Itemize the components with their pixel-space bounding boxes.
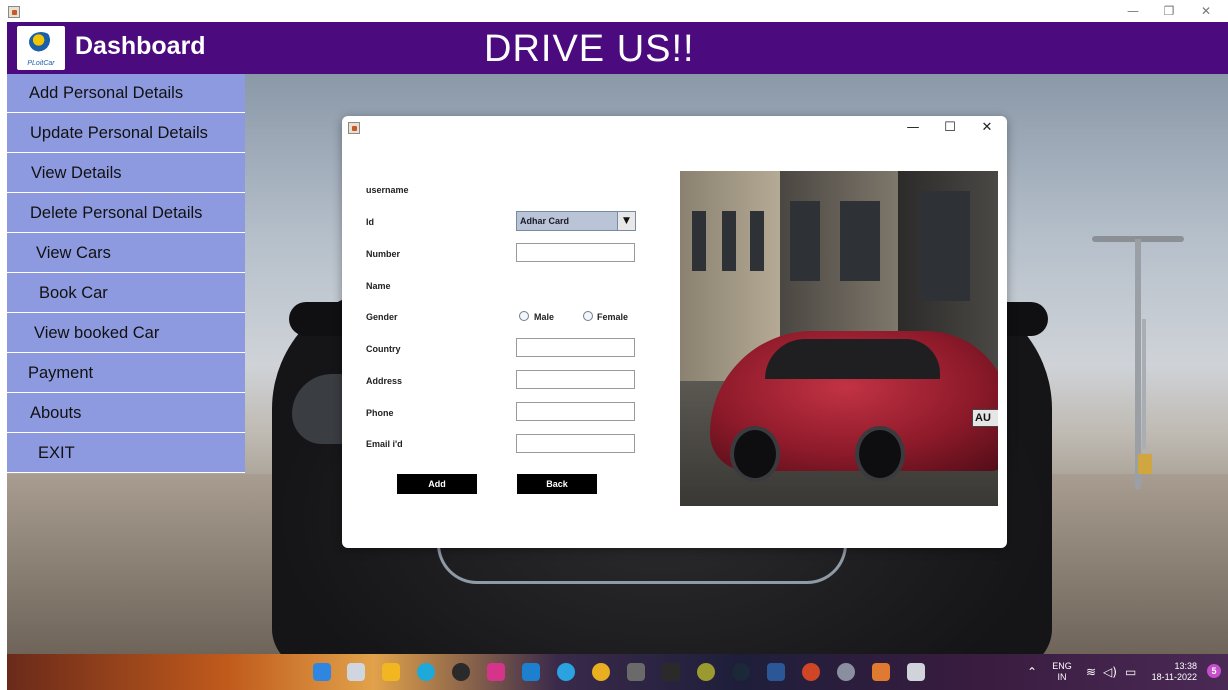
clock[interactable]: 13:38 18-11-2022: [1145, 661, 1197, 683]
close-button[interactable]: ✕: [1194, 3, 1218, 19]
gender-male-label: Male: [534, 312, 555, 322]
word-icon[interactable]: [767, 663, 785, 681]
sidebar-item-update-personal-details[interactable]: Update Personal Details: [7, 114, 245, 153]
number-label: Number: [366, 249, 401, 259]
id-label: Id: [366, 217, 374, 227]
phone-input[interactable]: [516, 402, 635, 421]
add-button[interactable]: Add: [397, 474, 477, 494]
app-icon[interactable]: [872, 663, 890, 681]
game-icon[interactable]: [697, 663, 715, 681]
lamp-post: [1135, 239, 1141, 489]
car-photo: AU: [680, 171, 998, 506]
car-mirror: [1002, 302, 1048, 336]
restore-button[interactable]: ❐: [1157, 3, 1181, 19]
gender-label: Gender: [366, 312, 398, 322]
personal-details-dialog: — ☐ ✕ username Id Adhar Card ▼ Number Na…: [342, 116, 1007, 548]
id-type-select[interactable]: Adhar Card ▼: [516, 211, 636, 231]
notification-badge[interactable]: 5: [1207, 664, 1221, 678]
window-titlebar: — ❐ ✕: [0, 0, 1228, 22]
settings-icon[interactable]: [837, 663, 855, 681]
building-window: [840, 201, 880, 281]
java-icon: [8, 6, 20, 18]
car-mirror: [289, 302, 349, 336]
id-type-value: Adhar Card: [520, 216, 570, 226]
sidebar-item-view-booked-car[interactable]: View booked Car: [7, 314, 245, 353]
sidebar-item-view-details[interactable]: View Details: [7, 154, 245, 193]
license-plate: AU: [972, 409, 998, 427]
minimize-button[interactable]: —: [1121, 3, 1145, 19]
chrome-icon[interactable]: [592, 663, 610, 681]
taskbar: ⌃ ENG IN ≋ ◁) ▭ 13:38 18-11-2022 5: [7, 654, 1228, 690]
sidebar-item-payment[interactable]: Payment: [7, 354, 245, 393]
language-code: ENG: [1052, 661, 1072, 671]
show-hidden-icons-button[interactable]: ⌃: [1027, 665, 1037, 679]
battery-icon[interactable]: ▭: [1125, 665, 1136, 679]
email-label: Email i'd: [366, 439, 403, 449]
sidebar-item-book-car[interactable]: Book Car: [7, 274, 245, 313]
building-window: [750, 211, 764, 271]
dialog-minimize-button[interactable]: —: [903, 120, 923, 136]
obs-icon[interactable]: [452, 663, 470, 681]
country-input[interactable]: [516, 338, 635, 357]
dropdown-arrow-icon[interactable]: ▼: [617, 212, 635, 230]
address-label: Address: [366, 376, 403, 386]
sidebar: Add Personal Details Update Personal Det…: [7, 74, 245, 473]
sidebar-item-view-cars[interactable]: View Cars: [7, 234, 245, 273]
steam-icon[interactable]: [732, 663, 750, 681]
phone-label: Phone: [366, 408, 394, 418]
dashboard-title: Dashboard: [75, 32, 206, 60]
date: 18-11-2022: [1151, 672, 1197, 682]
language-indicator[interactable]: ENG IN: [1050, 661, 1074, 683]
start-icon[interactable]: [313, 663, 331, 681]
car-wheel: [730, 426, 780, 482]
email-input[interactable]: [516, 434, 635, 453]
time: 13:38: [1174, 661, 1197, 671]
vscode-icon[interactable]: [522, 663, 540, 681]
powerpoint-icon[interactable]: [802, 663, 820, 681]
dialog-close-button[interactable]: ✕: [977, 120, 997, 136]
back-button[interactable]: Back: [517, 474, 597, 494]
lamp-post: [1142, 319, 1146, 449]
gta-icon[interactable]: [627, 663, 645, 681]
car-wheel: [855, 426, 905, 482]
gender-female-radio[interactable]: [583, 311, 593, 321]
app-logo: PLoitCar: [17, 26, 65, 70]
java-icon: [348, 122, 360, 134]
task-view-icon[interactable]: [347, 663, 365, 681]
address-input[interactable]: [516, 370, 635, 389]
wifi-icon[interactable]: ≋: [1086, 665, 1096, 679]
region-code: IN: [1057, 672, 1067, 682]
building-window: [920, 191, 970, 301]
app-header: PLoitCar Dashboard DRIVE US!!: [7, 22, 1228, 74]
edge-icon[interactable]: [417, 663, 435, 681]
dialog-maximize-button[interactable]: ☐: [940, 120, 960, 136]
sidebar-item-delete-personal-details[interactable]: Delete Personal Details: [7, 194, 245, 233]
app-title: DRIVE US!!: [484, 28, 695, 70]
file-explorer-icon[interactable]: [382, 663, 400, 681]
telegram-icon[interactable]: [557, 663, 575, 681]
number-input[interactable]: [516, 243, 635, 262]
volume-icon[interactable]: ◁): [1103, 665, 1117, 679]
epic-games-icon[interactable]: [662, 663, 680, 681]
building-window: [722, 211, 736, 271]
name-label: Name: [366, 281, 391, 291]
logo-text: PLoitCar: [27, 60, 55, 67]
sidebar-item-abouts[interactable]: Abouts: [7, 394, 245, 433]
instagram-icon[interactable]: [487, 663, 505, 681]
building-window: [692, 211, 706, 271]
java-app-icon[interactable]: [907, 663, 925, 681]
username-label: username: [366, 185, 409, 195]
gender-female-label: Female: [597, 312, 629, 322]
logo-icon: [29, 32, 53, 52]
building-window: [790, 201, 820, 281]
road-sign: [1138, 454, 1152, 474]
country-label: Country: [366, 344, 401, 354]
car-window: [765, 339, 940, 379]
car-grille: [437, 544, 847, 584]
sidebar-item-exit[interactable]: EXIT: [7, 434, 245, 473]
gender-male-radio[interactable]: [519, 311, 529, 321]
sidebar-item-add-personal-details[interactable]: Add Personal Details: [7, 74, 245, 113]
